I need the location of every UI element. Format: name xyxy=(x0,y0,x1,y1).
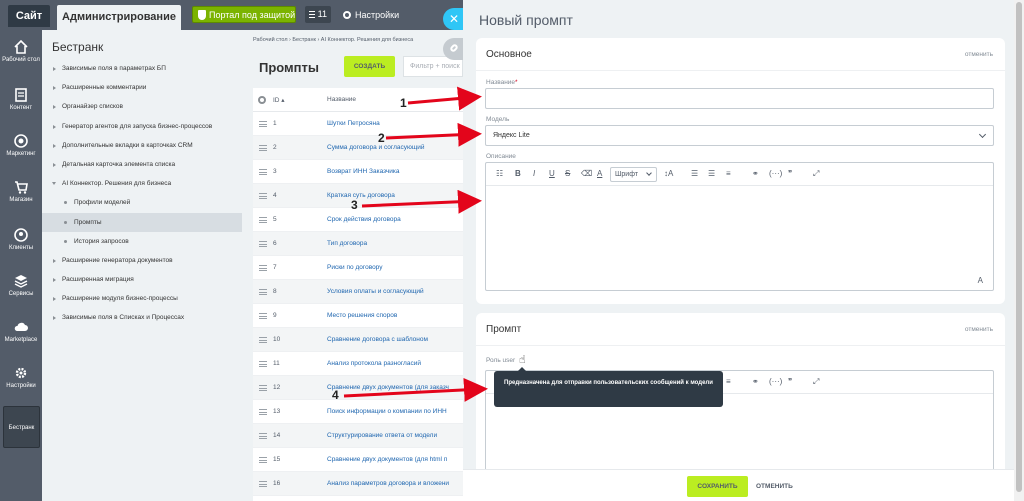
annotation-3: 3 xyxy=(351,198,358,212)
annotation-arrows xyxy=(343,86,488,402)
arrow-3 xyxy=(361,189,482,214)
annotation-2: 2 xyxy=(378,131,385,145)
arrow-1 xyxy=(407,86,482,111)
annotation-4: 4 xyxy=(332,388,339,402)
arrow-4 xyxy=(343,377,488,402)
annotation-1: 1 xyxy=(400,96,407,110)
arrow-2 xyxy=(385,122,482,147)
